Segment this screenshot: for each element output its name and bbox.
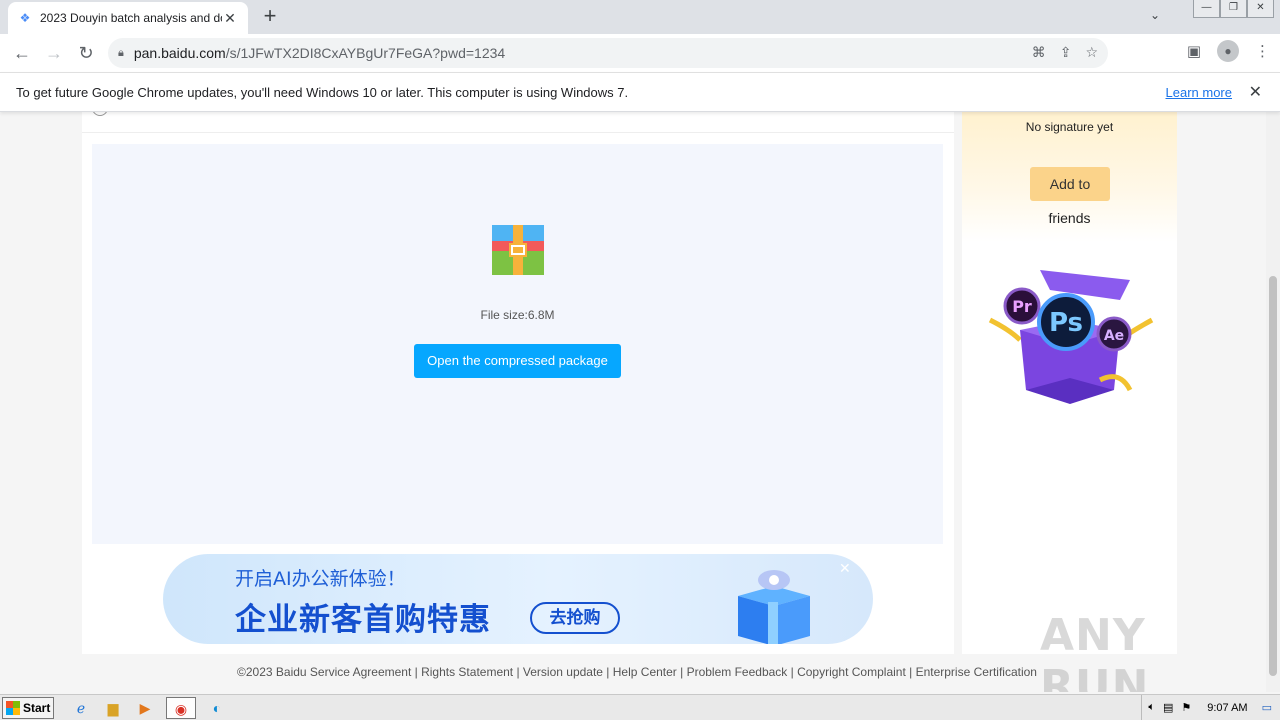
url-text: pan.baidu.com/s/1JFwTX2DI8CxAYBgUr7FeGA?… — [133, 45, 506, 61]
clock[interactable]: 9:07 AM — [1207, 702, 1247, 714]
file-card: File size:6.8M Open the compressed packa… — [82, 112, 954, 654]
side-panel-icon[interactable]: ▣ — [1187, 42, 1201, 60]
new-tab-button[interactable]: + — [258, 5, 282, 29]
infobar-close-icon[interactable]: ✕ — [1249, 82, 1262, 102]
share-icon[interactable]: ⇪ — [1060, 44, 1072, 61]
forward-arrow-icon[interactable]: → — [38, 37, 70, 69]
profile-avatar-icon[interactable]: ● — [1217, 40, 1239, 62]
browser-toolbar: ← → ↻ 🔒︎ pan.baidu.com/s/1JFwTX2DI8CxAYB… — [0, 34, 1280, 72]
action-center-flag-icon[interactable]: ⚑ — [1181, 701, 1191, 714]
tab-title: 2023 Douyin batch analysis and dow — [40, 11, 222, 25]
svg-text:Ae: Ae — [1104, 328, 1124, 344]
banner-headline: 开启AI办公新体验！ — [235, 568, 406, 590]
tab-search-chevron-icon[interactable]: ⌄ — [1150, 8, 1160, 22]
start-label: Start — [23, 700, 51, 715]
network-icon[interactable]: ▤ — [1163, 701, 1173, 714]
anyrun-watermark: ANY RUN — [1040, 610, 1150, 692]
page-scrollbar[interactable] — [1266, 112, 1280, 692]
toolbar-right: ▣ ● ⋮ — [1187, 40, 1270, 62]
chrome-taskbar-icon[interactable]: ◉ — [166, 696, 196, 719]
bookmark-star-icon[interactable]: ☆ — [1085, 44, 1098, 61]
back-arrow-icon[interactable]: ← — [6, 37, 38, 69]
page-viewport: File size:6.8M Open the compressed packa… — [0, 112, 1266, 692]
file-size-label: File size:6.8M — [480, 308, 555, 322]
clock-icon — [92, 112, 108, 116]
adobe-gift-ad-icon[interactable]: Pr Ps Ae — [980, 260, 1162, 408]
svg-text:Ps: Ps — [1049, 308, 1083, 338]
close-window-button[interactable]: ✕ — [1247, 0, 1274, 18]
internet-explorer-icon[interactable]: ℯ — [70, 697, 92, 719]
divider — [82, 132, 954, 133]
add-to-friends-button[interactable]: Add to — [1030, 167, 1110, 201]
menu-kebab-icon[interactable]: ⋮ — [1255, 42, 1270, 60]
baidu-netdisk-favicon-icon: ❖ — [19, 11, 31, 25]
windows-logo-icon — [6, 700, 20, 715]
translate-icon[interactable]: ⌘ — [1032, 44, 1046, 61]
learn-more-link[interactable]: Learn more — [1166, 85, 1232, 100]
signature-text: No signature yet — [1025, 120, 1114, 134]
restore-button[interactable]: ❐ — [1220, 0, 1247, 18]
gift-box-icon — [738, 570, 810, 644]
show-desktop-icon[interactable]: ▭ — [1262, 701, 1272, 714]
start-button[interactable]: Start — [2, 696, 54, 719]
window-controls: — ❐ ✕ — [1193, 0, 1274, 18]
zip-archive-icon — [492, 225, 544, 275]
minimize-button[interactable]: — — [1193, 0, 1220, 18]
update-infobar: To get future Google Chrome updates, you… — [0, 72, 1280, 112]
windows-taskbar: Start ℯ ▆ ▶ ◉ ◐ 🔈︎ ▤ ⚑ 9:07 AM ▭ — [0, 694, 1280, 720]
banner-offer: 企业新客首购特惠 — [235, 602, 491, 638]
svg-text:Pr: Pr — [1012, 297, 1032, 316]
media-player-icon[interactable]: ▶ — [134, 697, 156, 719]
lock-icon: 🔒︎ — [118, 46, 124, 59]
friends-label: friends — [1048, 210, 1091, 226]
banner-close-icon[interactable]: ✕ — [839, 560, 851, 577]
volume-icon[interactable]: 🔈︎ — [1148, 701, 1155, 714]
scrollbar-thumb[interactable] — [1269, 276, 1277, 676]
open-compressed-package-button[interactable]: Open the compressed package — [414, 344, 621, 378]
file-preview-area: File size:6.8M Open the compressed packa… — [92, 144, 943, 544]
edge-icon[interactable]: ◐ — [206, 697, 228, 719]
browser-tab[interactable]: ❖ 2023 Douyin batch analysis and dow ✕ — [8, 2, 248, 34]
promo-banner[interactable]: 开启AI办公新体验！ 企业新客首购特惠 去抢购 ✕ — [163, 554, 873, 644]
address-bar[interactable]: 🔒︎ pan.baidu.com/s/1JFwTX2DI8CxAYBgUr7Fe… — [108, 38, 1108, 68]
file-explorer-icon[interactable]: ▆ — [102, 697, 124, 719]
sharer-profile-card: No signature yet Add to friends Pr Ps Ae — [962, 112, 1177, 654]
banner-buy-button[interactable]: 去抢购 — [530, 602, 620, 634]
infobar-message: To get future Google Chrome updates, you… — [16, 84, 629, 100]
tab-close-icon[interactable]: ✕ — [222, 10, 238, 27]
omnibox-actions: ⌘ ⇪ ☆ — [1032, 44, 1098, 61]
reload-icon[interactable]: ↻ — [70, 37, 102, 69]
screen: ❖ 2023 Douyin batch analysis and dow ✕ +… — [0, 0, 1280, 720]
tab-strip: ❖ 2023 Douyin batch analysis and dow ✕ +… — [0, 0, 1280, 34]
system-tray: 🔈︎ ▤ ⚑ 9:07 AM ▭ — [1141, 695, 1280, 720]
